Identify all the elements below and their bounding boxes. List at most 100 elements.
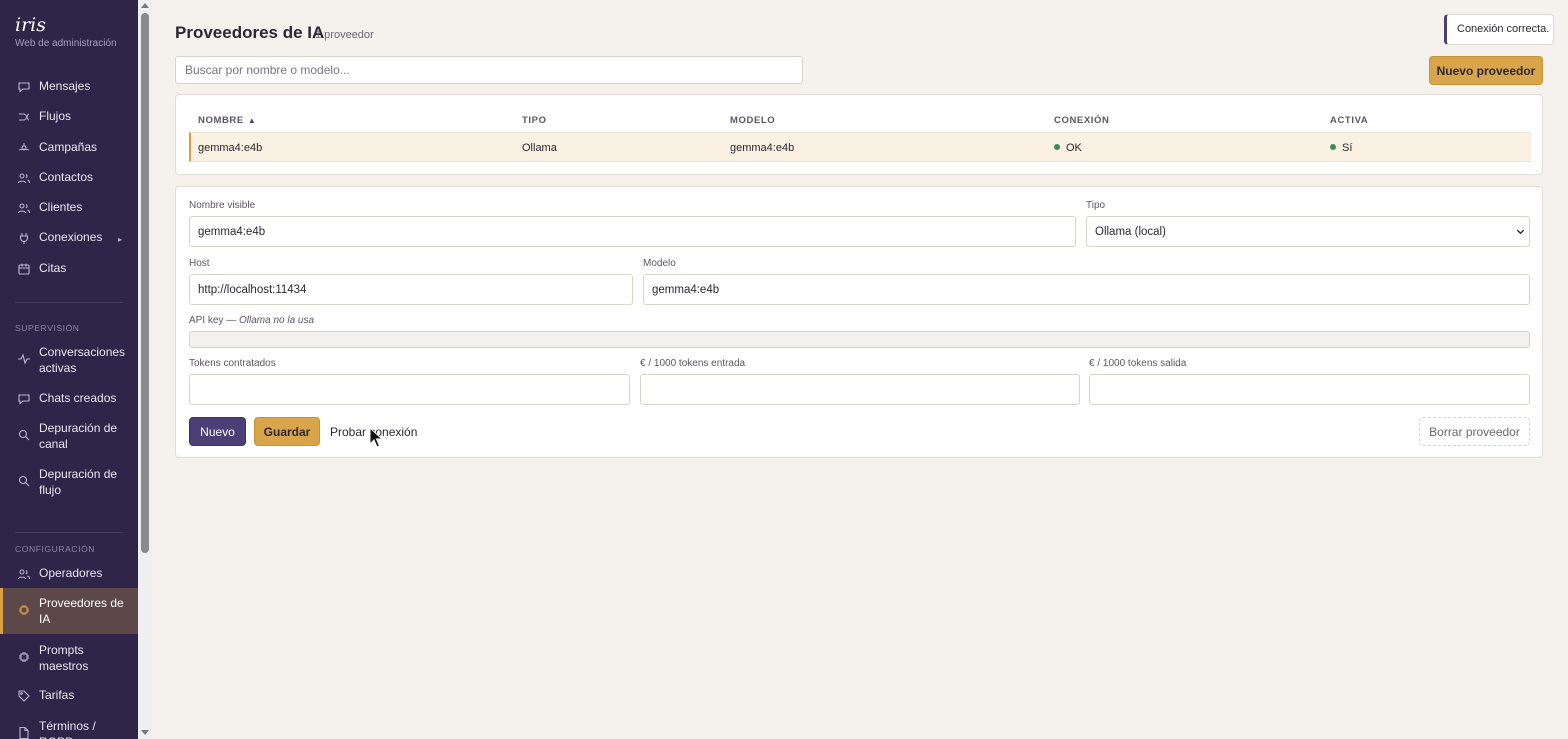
sidebar-item-label: Citas [39, 261, 67, 275]
activity-icon [17, 352, 31, 366]
brand-subtitle: Web de administración [15, 38, 117, 49]
flow-icon [17, 110, 31, 124]
column-header-conexion[interactable]: CONEXIÓN [1054, 115, 1109, 126]
mouse-cursor-icon [369, 427, 383, 448]
search-input[interactable] [175, 56, 803, 84]
api-key-label: API key — Ollama no la usa [189, 315, 315, 326]
scrollbar-thumb[interactable] [141, 13, 149, 553]
sidebar-item-label: Tarifas [39, 688, 75, 702]
status-dot [1054, 144, 1060, 150]
tipo-selected-value: Ollama (local) [1095, 226, 1166, 238]
sidebar-item-flujos[interactable]: Flujos [0, 109, 138, 125]
search-icon [17, 474, 31, 488]
cell-activa: Sí [1330, 142, 1352, 154]
sidebar-item-label: Contactos [39, 170, 94, 184]
table-row[interactable]: gemma4:e4b Ollama gemma4:e4b OK Sí [189, 132, 1531, 162]
cell-nombre: gemma4:e4b [198, 142, 263, 154]
precio-entrada-input[interactable] [640, 374, 1080, 405]
plug-icon [17, 231, 31, 245]
sidebar-scrollbar[interactable] [138, 0, 152, 739]
nombre-visible-input[interactable] [189, 216, 1076, 247]
column-header-modelo[interactable]: MODELO [730, 115, 775, 126]
document-icon [17, 726, 31, 739]
sidebar-item-chats-creados[interactable]: Chats creados [0, 391, 138, 407]
sidebar-item-proveedores-ia[interactable]: Proveedores de IA [0, 588, 138, 634]
calendar-icon [17, 262, 31, 276]
chevron-down-icon [1516, 229, 1525, 235]
sidebar-item-citas[interactable]: Citas [0, 261, 138, 277]
provider-form: Nombre visible Tipo Ollama (local) Host … [175, 186, 1543, 458]
status-dot [1330, 144, 1336, 150]
host-input[interactable] [189, 274, 633, 305]
sidebar-item-depuracion-flujo[interactable]: Depuración de flujo [0, 467, 138, 498]
sidebar-item-tarifas[interactable]: Tarifas [0, 688, 138, 704]
sidebar-item-label: Depuración de flujo [39, 467, 118, 497]
users-icon [17, 567, 31, 581]
sidebar-item-label: Chats creados [39, 391, 117, 405]
scroll-down-arrow-icon[interactable] [141, 730, 149, 735]
sidebar-item-conversaciones-activas[interactable]: Conversaciones activas [0, 345, 138, 376]
new-provider-button[interactable]: Nuevo proveedor [1429, 56, 1543, 85]
precio-salida-input[interactable] [1089, 374, 1530, 405]
modelo-label: Modelo [643, 258, 676, 269]
sidebar-item-label: Campañas [39, 140, 98, 154]
page-title: Proveedores de IA [175, 23, 325, 42]
tokens-contratados-input[interactable] [189, 374, 630, 405]
chat-icon [17, 392, 31, 406]
nombre-visible-label: Nombre visible [189, 200, 256, 211]
sort-asc-icon: ▲ [247, 116, 257, 125]
sidebar-divider [15, 532, 123, 533]
sidebar-item-operadores[interactable]: Operadores [0, 566, 138, 582]
sidebar-item-mensajes[interactable]: Mensajes [0, 79, 138, 95]
tokens-contratados-label: Tokens contratados [189, 358, 276, 369]
chip-icon [17, 650, 31, 664]
sidebar-item-contactos[interactable]: Contactos [0, 170, 138, 186]
chip-icon [17, 603, 31, 617]
sidebar-item-label: Conexiones [39, 230, 103, 244]
column-header-activa[interactable]: ACTIVA [1330, 115, 1368, 126]
sidebar-item-label: Flujos [39, 109, 72, 123]
column-header-tipo[interactable]: TIPO [522, 115, 547, 126]
precio-salida-label: € / 1000 tokens salida [1089, 358, 1187, 369]
nuevo-button[interactable]: Nuevo [189, 417, 246, 446]
sidebar-item-label: Conversaciones activas [39, 345, 126, 375]
sidebar-item-clientes[interactable]: Clientes [0, 200, 138, 216]
sidebar-item-terminos-rgpd[interactable]: Términos / RGPD [0, 719, 138, 739]
clients-icon [17, 201, 31, 215]
brand: iris Web de administración [15, 14, 117, 49]
search-icon [17, 428, 31, 442]
toast-notification: Conexión correcta. [1444, 14, 1554, 45]
sidebar-item-label: Proveedores de IA [39, 596, 124, 626]
modelo-input[interactable] [643, 274, 1530, 305]
sidebar: iris Web de administración Mensajes Fluj… [0, 0, 138, 739]
sidebar-item-prompts-maestros[interactable]: Prompts maestros [0, 643, 138, 674]
host-label: Host [189, 258, 210, 269]
contacts-icon [17, 171, 31, 185]
sidebar-item-conexiones[interactable]: Conexiones ▸ [0, 230, 138, 246]
scroll-up-arrow-icon[interactable] [141, 3, 149, 8]
sidebar-item-depuracion-canal[interactable]: Depuración de canal [0, 421, 138, 452]
sidebar-item-campanas[interactable]: Campañas [0, 140, 138, 156]
tag-icon [17, 689, 31, 703]
borrar-proveedor-button[interactable]: Borrar proveedor [1419, 417, 1530, 446]
sidebar-item-label: Mensajes [39, 79, 91, 93]
sidebar-item-label: Operadores [39, 566, 103, 580]
sidebar-item-label: Prompts maestros [39, 643, 89, 673]
providers-table: NOMBRE ▲ TIPO MODELO CONEXIÓN ACTIVA gemm… [175, 94, 1543, 175]
column-header-nombre[interactable]: NOMBRE ▲ [198, 115, 256, 126]
cell-tipo: Ollama [522, 142, 557, 154]
section-title-configuracion: CONFIGURACIÓN [15, 544, 96, 554]
cell-modelo: gemma4:e4b [730, 142, 795, 154]
tipo-select[interactable]: Ollama (local) [1086, 216, 1530, 247]
provider-count: 1 proveedor [315, 29, 374, 41]
sidebar-item-label: Clientes [39, 200, 83, 214]
precio-entrada-label: € / 1000 tokens entrada [640, 358, 746, 369]
guardar-button[interactable]: Guardar [254, 417, 320, 446]
section-title-supervision: SUPERVISIÓN [15, 323, 80, 333]
campaign-icon [17, 141, 31, 155]
message-icon [17, 80, 31, 94]
brand-logo[interactable]: iris [15, 14, 117, 36]
sidebar-item-label: Depuración de canal [39, 421, 118, 451]
cell-conexion: OK [1054, 142, 1082, 154]
chevron-right-icon: ▸ [117, 235, 122, 244]
